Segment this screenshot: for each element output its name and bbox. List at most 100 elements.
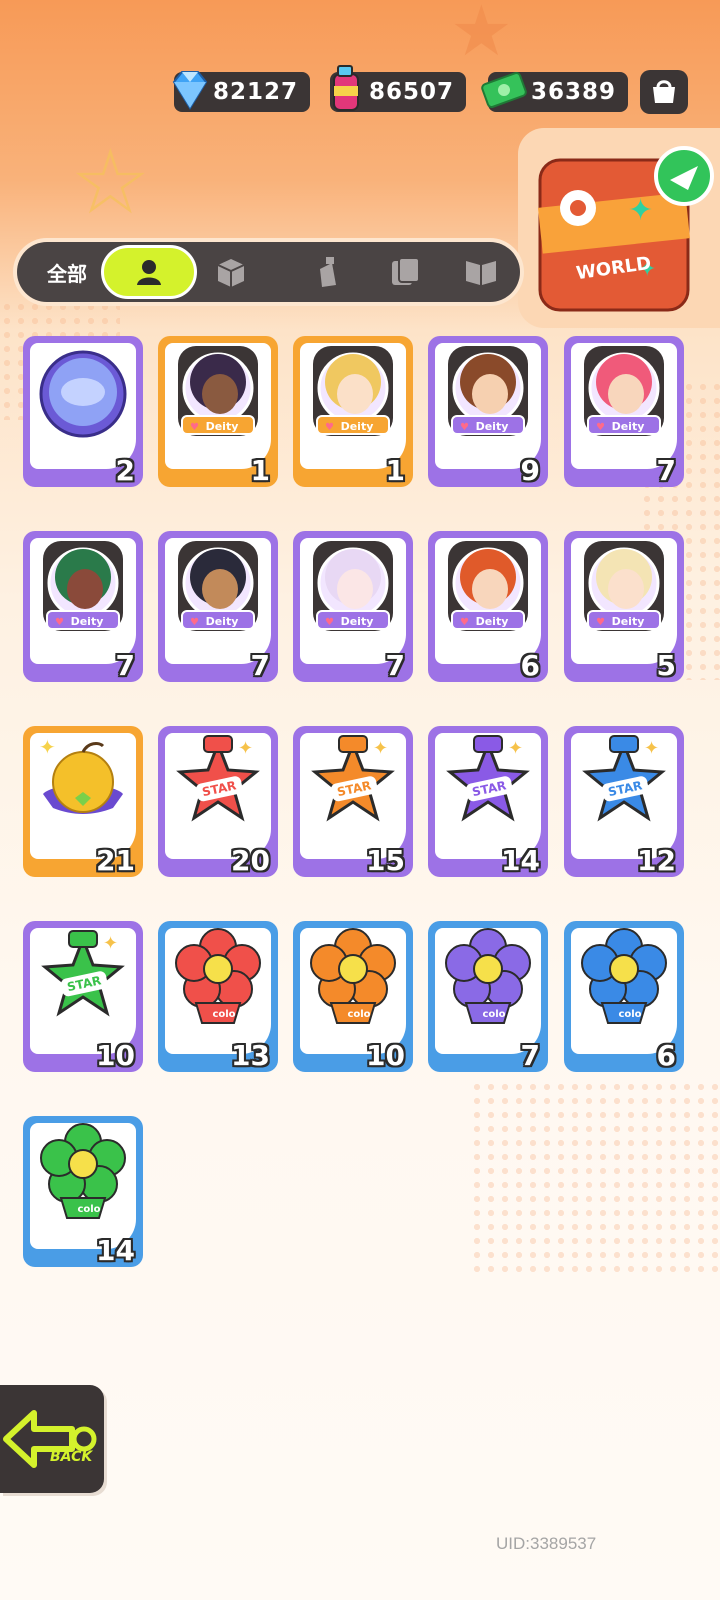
svg-text:✦: ✦ <box>373 738 388 759</box>
currency-spray[interactable]: 86507 <box>330 65 466 112</box>
back-label: BACK <box>50 1449 93 1465</box>
world-chest-panel[interactable]: ✦ ✦ WORLD <box>518 128 720 328</box>
back-button[interactable]: BACK <box>0 1385 104 1493</box>
deity-item-card[interactable]: Deity ♥ 9 <box>428 336 548 487</box>
deity-icon: Deity ♥ <box>178 346 258 436</box>
shop-button[interactable] <box>640 70 688 114</box>
star-item-card[interactable]: STAR ✦ 20 <box>158 726 278 877</box>
item-count: 1 <box>250 454 270 487</box>
deity-item-card[interactable]: Deity ♥ 5 <box>564 531 684 682</box>
item-count: 7 <box>250 649 270 682</box>
svg-text:♥: ♥ <box>460 422 469 433</box>
currency-diamond-value: 82127 <box>212 79 298 105</box>
deity-item-card[interactable]: Deity ♥ 1 <box>293 336 413 487</box>
currency-diamond[interactable]: 82127 <box>172 71 310 112</box>
diamond-icon <box>172 71 208 110</box>
item-count: 7 <box>656 454 676 487</box>
back-arrow-icon <box>3 1410 97 1468</box>
svg-text:colo: colo <box>347 1009 370 1020</box>
star-item-card[interactable]: STAR ✦ 12 <box>564 726 684 877</box>
flower-icon: colo <box>310 928 396 1024</box>
tab-items[interactable] <box>295 242 359 302</box>
item-count: 9 <box>520 454 540 487</box>
svg-text:♥: ♥ <box>325 422 334 433</box>
item-count: 13 <box>231 1039 270 1072</box>
item-count: 7 <box>520 1039 540 1072</box>
star-icon: STAR✦ <box>582 735 666 822</box>
svg-text:♥: ♥ <box>596 422 605 433</box>
flower-item-card[interactable]: colo 13 <box>158 921 278 1072</box>
deity-item-card[interactable]: Deity ♥ 7 <box>158 531 278 682</box>
item-count: 12 <box>637 844 676 877</box>
tab-boxes[interactable] <box>199 242 263 302</box>
svg-text:Deity: Deity <box>612 420 645 433</box>
deity-icon: Deity ♥ <box>43 541 123 631</box>
svg-text:Deity: Deity <box>476 615 509 628</box>
coin-item-card[interactable]: 2 <box>23 336 143 487</box>
tab-all-label: 全部 <box>47 261 87 286</box>
flower-icon: colo <box>445 928 531 1024</box>
item-count: 1 <box>385 454 405 487</box>
item-count: 20 <box>231 844 270 877</box>
flower-item-card[interactable]: colo 14 <box>23 1116 143 1267</box>
tab-all[interactable]: 全部 <box>27 242 107 302</box>
currency-spray-value: 86507 <box>368 79 454 105</box>
svg-text:Deity: Deity <box>612 615 645 628</box>
spray-can-icon <box>333 65 359 111</box>
background-star-decoration: ★ <box>450 0 513 72</box>
svg-text:♥: ♥ <box>190 422 199 433</box>
flower-item-card[interactable]: colo 10 <box>293 921 413 1072</box>
deity-item-card[interactable]: Deity ♥ 7 <box>293 531 413 682</box>
book-icon <box>466 261 496 285</box>
deity-icon: Deity ♥ <box>313 541 393 631</box>
deity-icon: Deity ♥ <box>448 346 528 436</box>
star-item-card[interactable]: STAR ✦ 15 <box>293 726 413 877</box>
shop-icon <box>653 80 675 103</box>
world-chest-icon: ✦ ✦ <box>538 146 714 312</box>
item-count: 15 <box>366 844 405 877</box>
coin-icon <box>39 350 127 438</box>
deity-icon: Deity ♥ <box>584 346 664 436</box>
deity-item-card[interactable]: Deity ♥ 6 <box>428 531 548 682</box>
deity-item-card[interactable]: Deity ♥ 1 <box>158 336 278 487</box>
cards-icon <box>392 257 420 285</box>
tab-books[interactable] <box>449 242 513 302</box>
box-icon <box>217 259 245 287</box>
svg-text:Deity: Deity <box>206 420 239 433</box>
tab-cards[interactable] <box>373 242 437 302</box>
item-count: 14 <box>96 1234 135 1267</box>
apple-icon: ✦ <box>39 735 123 814</box>
deity-item-card[interactable]: Deity ♥ 7 <box>23 531 143 682</box>
deity-item-card[interactable]: Deity ♥ 7 <box>564 336 684 487</box>
svg-text:colo: colo <box>77 1204 100 1215</box>
apple-item-card[interactable]: ✦ 21 <box>23 726 143 877</box>
background-star-decoration: ☆ <box>70 130 151 235</box>
background-dots-decoration <box>470 1080 720 1280</box>
item-count: 14 <box>501 844 540 877</box>
flower-icon: colo <box>40 1123 126 1219</box>
star-icon: STAR✦ <box>176 735 260 822</box>
spray-icon <box>320 257 336 287</box>
svg-text:Deity: Deity <box>341 420 374 433</box>
svg-text:Deity: Deity <box>476 420 509 433</box>
flower-icon: colo <box>581 928 667 1024</box>
item-count: 10 <box>96 1039 135 1072</box>
svg-text:✦: ✦ <box>103 933 118 954</box>
flower-icon: colo <box>175 928 261 1024</box>
svg-text:colo: colo <box>618 1009 641 1020</box>
deity-icon: Deity ♥ <box>178 541 258 631</box>
svg-text:Deity: Deity <box>71 615 104 628</box>
item-count: 6 <box>520 649 540 682</box>
flower-item-card[interactable]: colo 6 <box>564 921 684 1072</box>
star-item-card[interactable]: STAR ✦ 14 <box>428 726 548 877</box>
flower-item-card[interactable]: colo 7 <box>428 921 548 1072</box>
star-icon: STAR✦ <box>41 930 125 1017</box>
cash-icon <box>481 72 527 108</box>
star-item-card[interactable]: STAR ✦ 10 <box>23 921 143 1072</box>
deity-icon: Deity ♥ <box>313 346 393 436</box>
currency-cash-value: 36389 <box>530 79 616 105</box>
currency-cash[interactable]: 36389 <box>481 72 628 112</box>
svg-text:✦: ✦ <box>508 738 523 759</box>
tab-characters[interactable] <box>101 245 197 299</box>
svg-text:✦: ✦ <box>238 738 253 759</box>
